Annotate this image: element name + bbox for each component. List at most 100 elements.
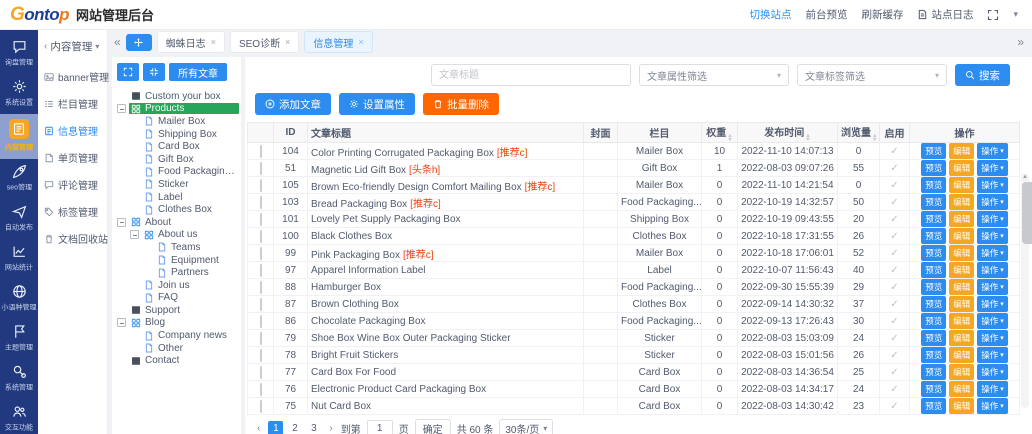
page-size-select[interactable]: 30条/页▾	[499, 419, 553, 434]
preview-button[interactable]: 预览	[921, 245, 946, 261]
submenu-item-recycle[interactable]: 文档回收站	[38, 225, 107, 252]
preview-button[interactable]: 预览	[921, 347, 946, 363]
edit-button[interactable]: 编辑	[949, 160, 974, 176]
edit-button[interactable]: 编辑	[949, 296, 974, 312]
row-checkbox[interactable]	[260, 349, 262, 362]
row-checkbox[interactable]	[260, 196, 262, 209]
more-actions-button[interactable]: 操作▾	[977, 143, 1008, 159]
tree-item-faq[interactable]: FAQ	[115, 292, 239, 305]
preview-button[interactable]: 预览	[921, 381, 946, 397]
sidebar-item-interaction[interactable]: 交互功能	[0, 399, 38, 434]
preview-button[interactable]: 预览	[921, 262, 946, 278]
sort-icon[interactable]: ▲▼	[872, 134, 877, 142]
tree-item-blog[interactable]: Blog	[115, 317, 239, 330]
attribute-filter-select[interactable]: 文章属性筛选▾	[639, 64, 789, 86]
more-actions-button[interactable]: 操作▾	[977, 262, 1008, 278]
submenu-item-columns[interactable]: 栏目管理	[38, 90, 107, 117]
more-actions-button[interactable]: 操作▾	[977, 160, 1008, 176]
goto-confirm-button[interactable]: 确定	[415, 419, 451, 434]
tree-collapse-icon[interactable]	[130, 230, 139, 239]
collapse-all-button[interactable]	[143, 63, 165, 81]
submenu-item-tags[interactable]: 标签管理	[38, 198, 107, 225]
header-link-site-log[interactable]: 站点日志	[917, 7, 973, 22]
sidebar-item-seo[interactable]: seo管理	[0, 159, 38, 199]
tree-item-support[interactable]: Support	[115, 304, 239, 317]
edit-button[interactable]: 编辑	[949, 228, 974, 244]
scrollbar-thumb[interactable]	[1022, 182, 1032, 244]
edit-button[interactable]: 编辑	[949, 364, 974, 380]
search-button[interactable]: 搜索	[955, 64, 1010, 86]
row-checkbox[interactable]	[260, 400, 262, 413]
tree-item-products[interactable]: Products	[115, 103, 239, 116]
more-actions-button[interactable]: 操作▾	[977, 347, 1008, 363]
tree-collapse-icon[interactable]	[117, 318, 126, 327]
user-menu-caret-icon[interactable]: ▾	[1013, 9, 1018, 20]
row-checkbox[interactable]	[260, 213, 262, 226]
tabs-expand-icon[interactable]: »	[1017, 35, 1024, 49]
edit-button[interactable]: 编辑	[949, 381, 974, 397]
tree-item-sticker[interactable]: Sticker	[115, 178, 239, 191]
tag-filter-select[interactable]: 文章标签筛选▾	[797, 64, 947, 86]
edit-button[interactable]: 编辑	[949, 177, 974, 193]
page-button-3[interactable]: 3	[306, 421, 321, 434]
edit-button[interactable]: 编辑	[949, 143, 974, 159]
header-link-refresh-cache[interactable]: 刷新缓存	[861, 7, 903, 22]
tree-item-company-news[interactable]: Company news	[115, 329, 239, 342]
more-actions-button[interactable]: 操作▾	[977, 228, 1008, 244]
sidebar-item-system-manage[interactable]: 系统管理	[0, 359, 38, 399]
tree-item-about[interactable]: About	[115, 216, 239, 229]
edit-button[interactable]: 编辑	[949, 347, 974, 363]
submenu-item-single-page[interactable]: 单页管理	[38, 144, 107, 171]
edit-button[interactable]: 编辑	[949, 262, 974, 278]
tabs-collapse-icon[interactable]: «	[114, 35, 121, 49]
row-checkbox[interactable]	[260, 315, 262, 328]
fullscreen-icon[interactable]	[987, 9, 999, 21]
row-checkbox[interactable]	[260, 281, 262, 294]
more-actions-button[interactable]: 操作▾	[977, 296, 1008, 312]
more-actions-button[interactable]: 操作▾	[977, 245, 1008, 261]
sidebar-item-inquiry[interactable]: 询盘管理	[0, 34, 38, 74]
preview-button[interactable]: 预览	[921, 279, 946, 295]
tree-item-label[interactable]: Label	[115, 191, 239, 204]
tree-item-join-us[interactable]: Join us	[115, 279, 239, 292]
sidebar-item-site-stats[interactable]: 网站统计	[0, 239, 38, 279]
sort-icon[interactable]: ▲▼	[727, 134, 732, 142]
tab-spider-log[interactable]: 蜘蛛日志 ×	[157, 31, 225, 53]
expand-all-button[interactable]	[117, 63, 139, 81]
preview-button[interactable]: 预览	[921, 194, 946, 210]
preview-button[interactable]: 预览	[921, 398, 946, 414]
sort-icon[interactable]: ▲▼	[805, 134, 810, 142]
preview-button[interactable]: 预览	[921, 143, 946, 159]
tree-item-contact[interactable]: Contact	[115, 354, 239, 367]
preview-button[interactable]: 预览	[921, 177, 946, 193]
more-actions-button[interactable]: 操作▾	[977, 194, 1008, 210]
row-checkbox[interactable]	[260, 383, 262, 396]
tree-item-mailer-box[interactable]: Mailer Box	[115, 115, 239, 128]
preview-button[interactable]: 预览	[921, 313, 946, 329]
edit-button[interactable]: 编辑	[949, 211, 974, 227]
row-checkbox[interactable]	[260, 179, 262, 192]
more-actions-button[interactable]: 操作▾	[977, 313, 1008, 329]
add-article-button[interactable]: 添加文章	[255, 93, 331, 115]
sidebar-item-languages[interactable]: 小语种管理	[0, 279, 38, 319]
tree-item-custom-your-box[interactable]: Custom your box	[115, 90, 239, 103]
sidebar-item-theme[interactable]: 主题管理	[0, 319, 38, 359]
tab-seo-diagnose[interactable]: SEO诊断 ×	[230, 31, 299, 53]
preview-button[interactable]: 预览	[921, 160, 946, 176]
table-scrollbar[interactable]: ▲	[1021, 173, 1029, 408]
scroll-up-icon[interactable]: ▲	[1021, 173, 1029, 181]
more-actions-button[interactable]: 操作▾	[977, 330, 1008, 346]
tree-item-shipping-box[interactable]: Shipping Box	[115, 128, 239, 141]
submenu-item-banner[interactable]: banner管理	[38, 63, 107, 90]
preview-button[interactable]: 预览	[921, 211, 946, 227]
preview-button[interactable]: 预览	[921, 228, 946, 244]
tree-collapse-icon[interactable]	[117, 218, 126, 227]
tree-collapse-icon[interactable]	[117, 104, 126, 113]
header-link-switch-site[interactable]: 切换站点	[749, 7, 791, 22]
tree-item-food-packaging-boxes[interactable]: Food Packaging Boxes	[115, 166, 239, 179]
row-checkbox[interactable]	[260, 145, 262, 158]
row-checkbox[interactable]	[260, 366, 262, 379]
tree-item-card-box[interactable]: Card Box	[115, 140, 239, 153]
tab-close-icon[interactable]: ×	[358, 37, 363, 47]
tab-info-manage[interactable]: 信息管理 ×	[304, 31, 372, 53]
